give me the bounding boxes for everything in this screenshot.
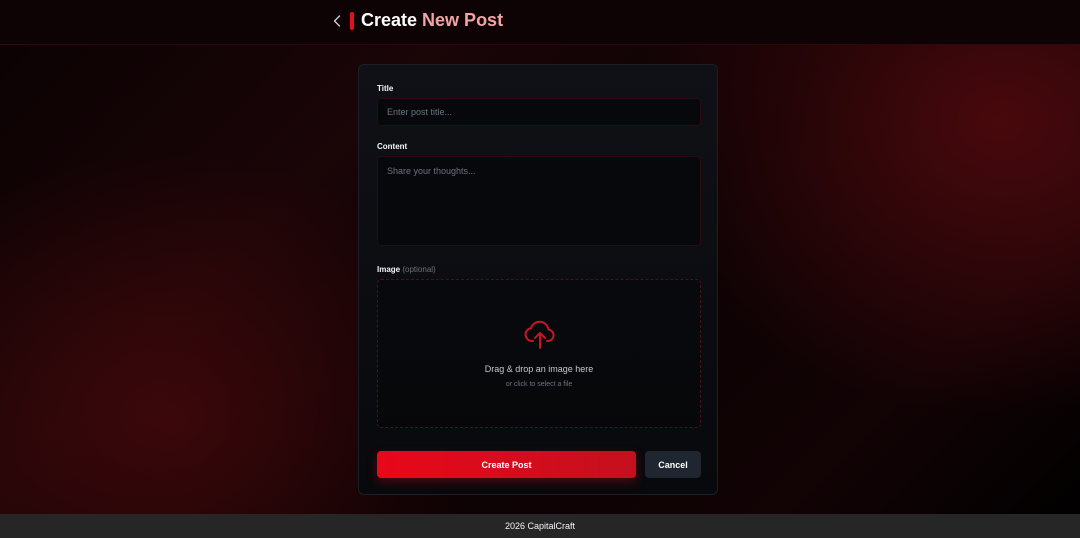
image-optional-hint: (optional) <box>402 265 436 274</box>
dropzone-main-text: Drag & drop an image here <box>484 364 594 374</box>
footer: 2026 CapitalCraft <box>0 514 1080 538</box>
create-post-button[interactable]: Create Post <box>377 451 636 478</box>
cloud-upload-icon <box>524 320 555 349</box>
image-label: Image (optional) <box>377 265 436 274</box>
title-label: Title <box>377 84 393 93</box>
page-title-prefix: Create <box>361 10 418 30</box>
cancel-button[interactable]: Cancel <box>645 451 701 478</box>
content-label-text: Content <box>377 142 408 151</box>
top-header-bar: Create New Post <box>0 0 1080 45</box>
chevron-left-icon <box>333 15 341 27</box>
image-dropzone[interactable]: Drag & drop an image here or click to se… <box>377 279 701 428</box>
page-title: Create New Post <box>361 10 503 31</box>
dropzone-sub-text: or click to select a file <box>505 381 573 388</box>
page-title-highlight: New Post <box>422 10 504 30</box>
footer-text: 2026 CapitalCraft <box>504 521 576 531</box>
content-label: Content <box>377 142 407 151</box>
title-accent-bar <box>350 12 354 30</box>
image-label-text: Image <box>377 265 401 274</box>
title-label-text: Title <box>377 84 394 93</box>
create-post-form: Title Content Image (optional) Drag & dr… <box>358 64 718 495</box>
title-input[interactable] <box>377 98 701 126</box>
content-textarea[interactable] <box>377 156 701 246</box>
back-button[interactable] <box>329 12 345 30</box>
